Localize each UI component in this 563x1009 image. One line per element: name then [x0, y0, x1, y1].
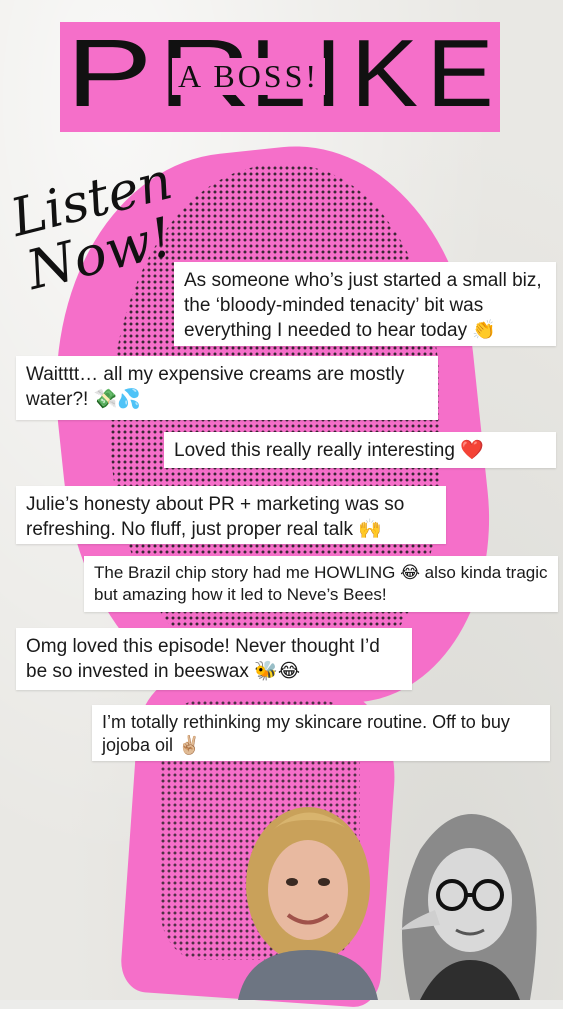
raised-hands-icon: 🙌	[358, 518, 382, 540]
comment-card: Omg loved this episode! Never thought I’…	[16, 628, 412, 690]
comment-text: I’m totally rethinking my skincare routi…	[102, 712, 510, 755]
comment-card: Julie’s honesty about PR + marketing was…	[16, 486, 446, 544]
comment-card: I’m totally rethinking my skincare routi…	[92, 705, 550, 761]
person-photo-blonde-icon	[238, 807, 378, 1000]
comment-card: Waitttt… all my expensive creams are mos…	[16, 356, 438, 420]
victory-hand-icon: ✌🏼	[178, 735, 201, 756]
title-a-boss: A BOSS!	[172, 58, 326, 95]
comment-text: Loved this really really interesting	[174, 440, 455, 461]
comment-text: The Brazil chip story had me HOWLING 😂 a…	[94, 563, 548, 604]
clapping-hands-icon: 👏	[472, 319, 497, 341]
heart-icon: ❤️	[460, 439, 484, 461]
bee-laughing-icon: 🐝😂	[254, 660, 301, 682]
money-splash-icon: 💸💦	[93, 388, 141, 410]
person-photo-glasses-icon	[400, 814, 537, 1000]
host-photo	[380, 790, 550, 1000]
comment-card: Loved this really really interesting ❤️	[164, 432, 556, 468]
comment-card: The Brazil chip story had me HOWLING 😂 a…	[84, 556, 558, 612]
comment-card: As someone who’s just started a small bi…	[174, 262, 556, 346]
guest-photo	[228, 790, 388, 1000]
comment-text: Waitttt… all my expensive creams are mos…	[26, 364, 405, 410]
comment-text: Julie’s honesty about PR + marketing was…	[26, 494, 405, 540]
comment-text: Omg loved this episode! Never thought I’…	[26, 636, 380, 682]
